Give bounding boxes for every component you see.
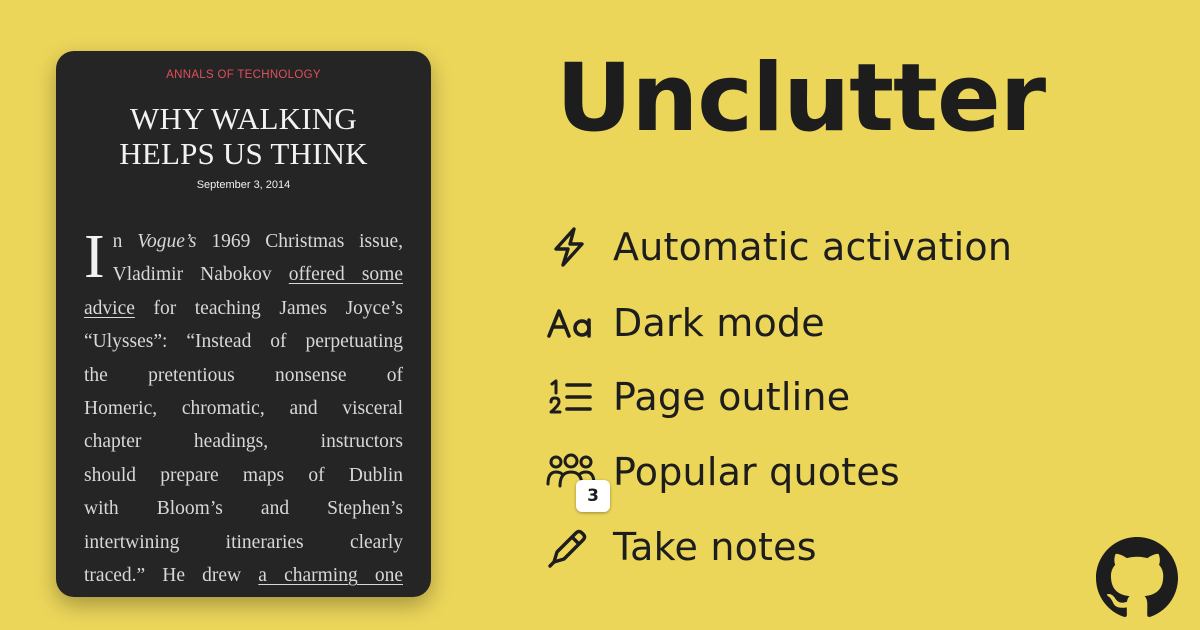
article-headline: WHY WALKING HELPS US THINK <box>56 101 431 171</box>
feature-automatic-activation: Automatic activation <box>546 219 1012 275</box>
pencil-icon <box>546 522 598 572</box>
article-link[interactable]: offered some <box>289 264 403 285</box>
body-line: intertwining itineraries clearly <box>84 531 403 553</box>
publication-name: ANNALS OF TECHNOLOGY <box>166 69 321 81</box>
body-line: “Ulysses”: “Instead of perpetuating <box>84 331 403 353</box>
feature-label: Dark mode <box>613 301 825 345</box>
github-link[interactable] <box>1096 537 1178 619</box>
reader-preview-card: ANNALS OF TECHNOLOGY WHY WALKING HELPS U… <box>56 51 431 597</box>
feature-label: Popular quotes <box>613 450 900 494</box>
app-title: Unclutter <box>556 44 1046 153</box>
feature-label: Take notes <box>613 525 817 569</box>
numbered-list-icon <box>546 372 598 422</box>
users-group-icon: 3 <box>546 447 610 512</box>
quote-count-badge: 3 <box>576 480 610 512</box>
body-line: chapter headings, instructors <box>84 431 403 453</box>
feature-page-outline: Page outline <box>546 369 850 425</box>
article-link[interactable]: advice <box>84 298 135 319</box>
feature-label: Page outline <box>613 375 851 419</box>
body-line: should prepare maps of Dublin <box>84 464 403 486</box>
feature-dark-mode: Dark mode <box>546 295 825 351</box>
body-line: n Vogue’s 1969 Christmas issue, <box>112 231 403 252</box>
body-line: Vladimir Nabokov offered some <box>112 264 403 286</box>
headline-line-2: HELPS US THINK <box>119 136 368 171</box>
headline-line-1: WHY WALKING <box>130 101 357 136</box>
lightning-bolt-icon <box>546 222 598 272</box>
drop-cap: I <box>84 223 105 291</box>
body-line: Homeric, chromatic, and visceral <box>84 397 403 419</box>
feature-take-notes: Take notes <box>546 519 817 575</box>
body-line: the pretentious nonsense of <box>84 364 403 386</box>
font-aa-icon <box>546 298 598 348</box>
feature-popular-quotes: 3 Popular quotes <box>546 444 900 512</box>
github-icon <box>1096 537 1178 617</box>
feature-label: Automatic activation <box>613 225 1013 269</box>
body-line: advice for teaching James Joyce’s <box>84 297 403 319</box>
article-link[interactable]: a charming one <box>258 565 403 586</box>
body-line: with Bloom’s and Stephen’s <box>84 498 403 520</box>
article-body: I n Vogue’s 1969 Christmas issue, Vladim… <box>84 225 403 592</box>
article-date: September 3, 2014 <box>196 179 291 191</box>
body-line: traced.” He drew a charming one <box>84 564 403 586</box>
